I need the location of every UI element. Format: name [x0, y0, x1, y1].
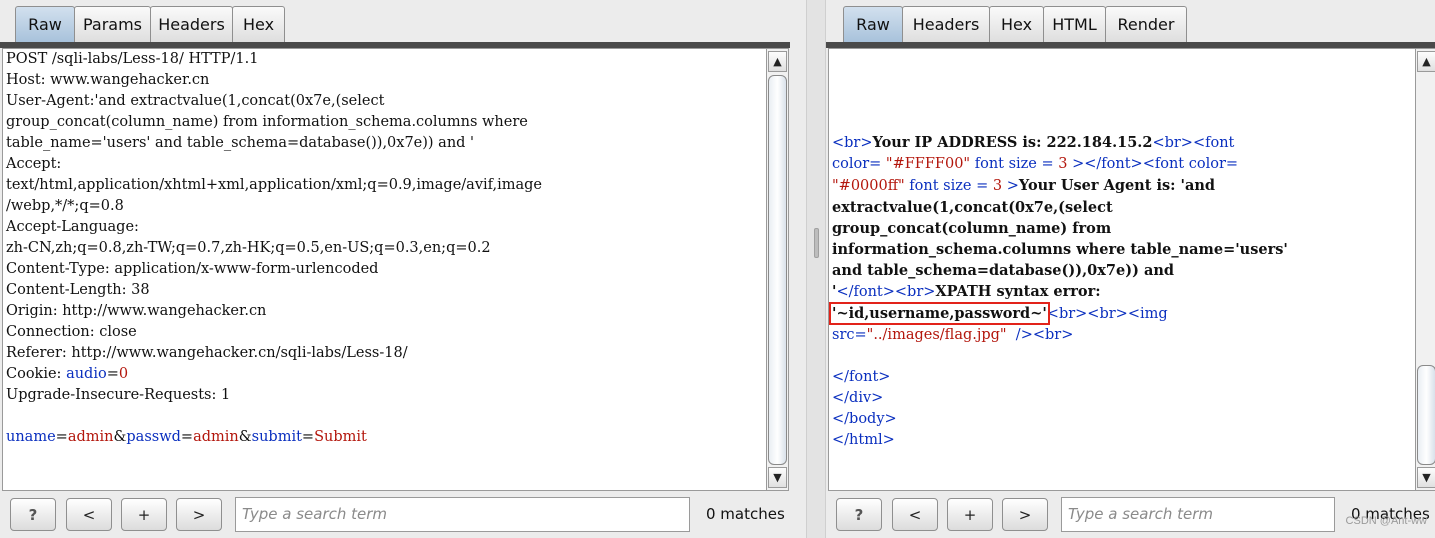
request-line: Referer: http://www.wangehacker.cn/sqli-…	[6, 345, 408, 361]
add-button[interactable]: +	[947, 498, 993, 531]
help-button[interactable]: ?	[10, 498, 56, 531]
scroll-down-icon[interactable]: ▼	[768, 467, 787, 488]
response-line: extractvalue(1,concat(0x7e,(select	[832, 199, 1113, 216]
response-tabbar: Raw Headers Hex HTML Render	[843, 6, 1187, 42]
help-button[interactable]: ?	[836, 498, 882, 531]
response-line: color= "#FFFF00" font size = 3 ></font><…	[832, 156, 1239, 172]
tab-headers[interactable]: Headers	[150, 6, 233, 42]
tab-headers[interactable]: Headers	[902, 6, 990, 42]
scroll-thumb[interactable]	[1417, 365, 1435, 465]
request-line: POST /sqli-labs/Less-18/ HTTP/1.1	[6, 51, 259, 67]
response-scrollbar[interactable]: ▲ ▼	[1416, 48, 1435, 491]
scroll-down-icon[interactable]: ▼	[1417, 467, 1435, 488]
request-line: zh-CN,zh;q=0.8,zh-TW;q=0.7,zh-HK;q=0.5,e…	[6, 240, 491, 256]
tab-hex[interactable]: Hex	[232, 6, 285, 42]
search-input[interactable]: Type a search term	[1061, 497, 1335, 532]
request-search-bar: ? < + > Type a search term 0 matches	[0, 491, 806, 538]
request-line: text/html,application/xhtml+xml,applicat…	[6, 177, 543, 193]
response-line: '</font><br>XPATH syntax error:	[832, 283, 1101, 300]
response-search-bar: ? < + > Type a search term 0 matches CSD…	[826, 491, 1435, 538]
param-key: uname	[6, 429, 56, 445]
response-line: </font>	[832, 369, 891, 385]
request-text[interactable]: POST /sqli-labs/Less-18/ HTTP/1.1 Host: w…	[6, 49, 542, 448]
param-value: Submit	[314, 429, 367, 445]
response-text[interactable]: <br>Your IP ADDRESS is: 222.184.15.2<br>…	[829, 132, 1288, 451]
watermark: CSDN @Ant-ww	[1345, 515, 1427, 527]
request-line: User-Agent:'and extractvalue(1,concat(0x…	[6, 93, 385, 109]
pane-splitter[interactable]	[806, 0, 826, 538]
response-pane: Raw Headers Hex HTML Render <br>Your IP …	[826, 0, 1435, 538]
cookie-key: audio	[66, 366, 107, 382]
param-key: passwd	[126, 429, 181, 445]
response-line: and table_schema=database()),0x7e)) and	[832, 262, 1175, 279]
response-line: </html>	[832, 432, 895, 448]
request-line: Content-Length: 38	[6, 282, 150, 298]
search-input[interactable]: Type a search term	[235, 497, 690, 532]
xpath-error-highlight: '~id,username,password~'	[829, 302, 1050, 325]
response-line: "#0000ff" font size = 3 >Your User Agent…	[832, 177, 1216, 194]
request-line: Connection: close	[6, 324, 137, 340]
cookie-eq: =	[106, 366, 119, 382]
next-button[interactable]: >	[1002, 498, 1048, 531]
next-button[interactable]: >	[176, 498, 222, 531]
tab-raw[interactable]: Raw	[843, 6, 903, 42]
param-key: submit	[251, 429, 302, 445]
request-line: group_concat(column_name) from informati…	[6, 114, 528, 130]
request-line: Host: www.wangehacker.cn	[6, 72, 210, 88]
tab-hex[interactable]: Hex	[989, 6, 1044, 42]
request-pane: Raw Params Headers Hex POST /sqli-labs/L…	[0, 0, 806, 538]
response-line: src="../images/flag.jpg" /><br>	[832, 327, 1074, 343]
cookie-label: Cookie:	[6, 366, 67, 382]
response-line: information_schema.columns where table_n…	[832, 241, 1288, 258]
cookie-line: Cookie: audio=0	[6, 364, 542, 385]
response-line: group_concat(column_name) from	[832, 220, 1112, 237]
request-line: Accept:	[6, 156, 62, 172]
response-line: </body>	[832, 411, 897, 427]
scroll-up-icon[interactable]: ▲	[1417, 51, 1435, 72]
cookie-value: 0	[118, 366, 129, 382]
response-editor[interactable]: <br>Your IP ADDRESS is: 222.184.15.2<br>…	[828, 48, 1416, 491]
request-editor[interactable]: POST /sqli-labs/Less-18/ HTTP/1.1 Host: w…	[2, 48, 767, 491]
request-line: table_name='users' and table_schema=data…	[6, 135, 475, 151]
request-line: Upgrade-Insecure-Requests: 1	[6, 387, 231, 403]
response-line: <br>Your IP ADDRESS is: 222.184.15.2<br>…	[832, 134, 1235, 151]
request-scrollbar[interactable]: ▲ ▼	[767, 48, 789, 491]
match-count: 0 matches	[706, 505, 785, 523]
tab-params[interactable]: Params	[74, 6, 151, 42]
tab-html[interactable]: HTML	[1043, 6, 1106, 42]
body-params-line: uname=admin&passwd=admin&submit=Submit	[6, 429, 367, 445]
request-tabbar: Raw Params Headers Hex	[15, 6, 285, 42]
param-value: admin	[193, 429, 239, 445]
tab-raw[interactable]: Raw	[15, 6, 75, 42]
previous-button[interactable]: <	[66, 498, 112, 531]
add-button[interactable]: +	[121, 498, 167, 531]
scroll-thumb[interactable]	[768, 75, 787, 465]
request-line: Content-Type: application/x-www-form-url…	[6, 261, 379, 277]
response-line: </div>	[832, 390, 884, 406]
param-value: admin	[67, 429, 114, 445]
request-line: Accept-Language:	[6, 219, 139, 235]
tab-render[interactable]: Render	[1105, 6, 1187, 42]
scroll-up-icon[interactable]: ▲	[768, 51, 787, 72]
response-line: '~id,username,password~'<br><br><img	[829, 302, 1168, 325]
previous-button[interactable]: <	[892, 498, 938, 531]
request-line: /webp,*/*;q=0.8	[6, 198, 124, 214]
splitter-grip-icon[interactable]	[814, 228, 819, 258]
request-line: Origin: http://www.wangehacker.cn	[6, 303, 267, 319]
